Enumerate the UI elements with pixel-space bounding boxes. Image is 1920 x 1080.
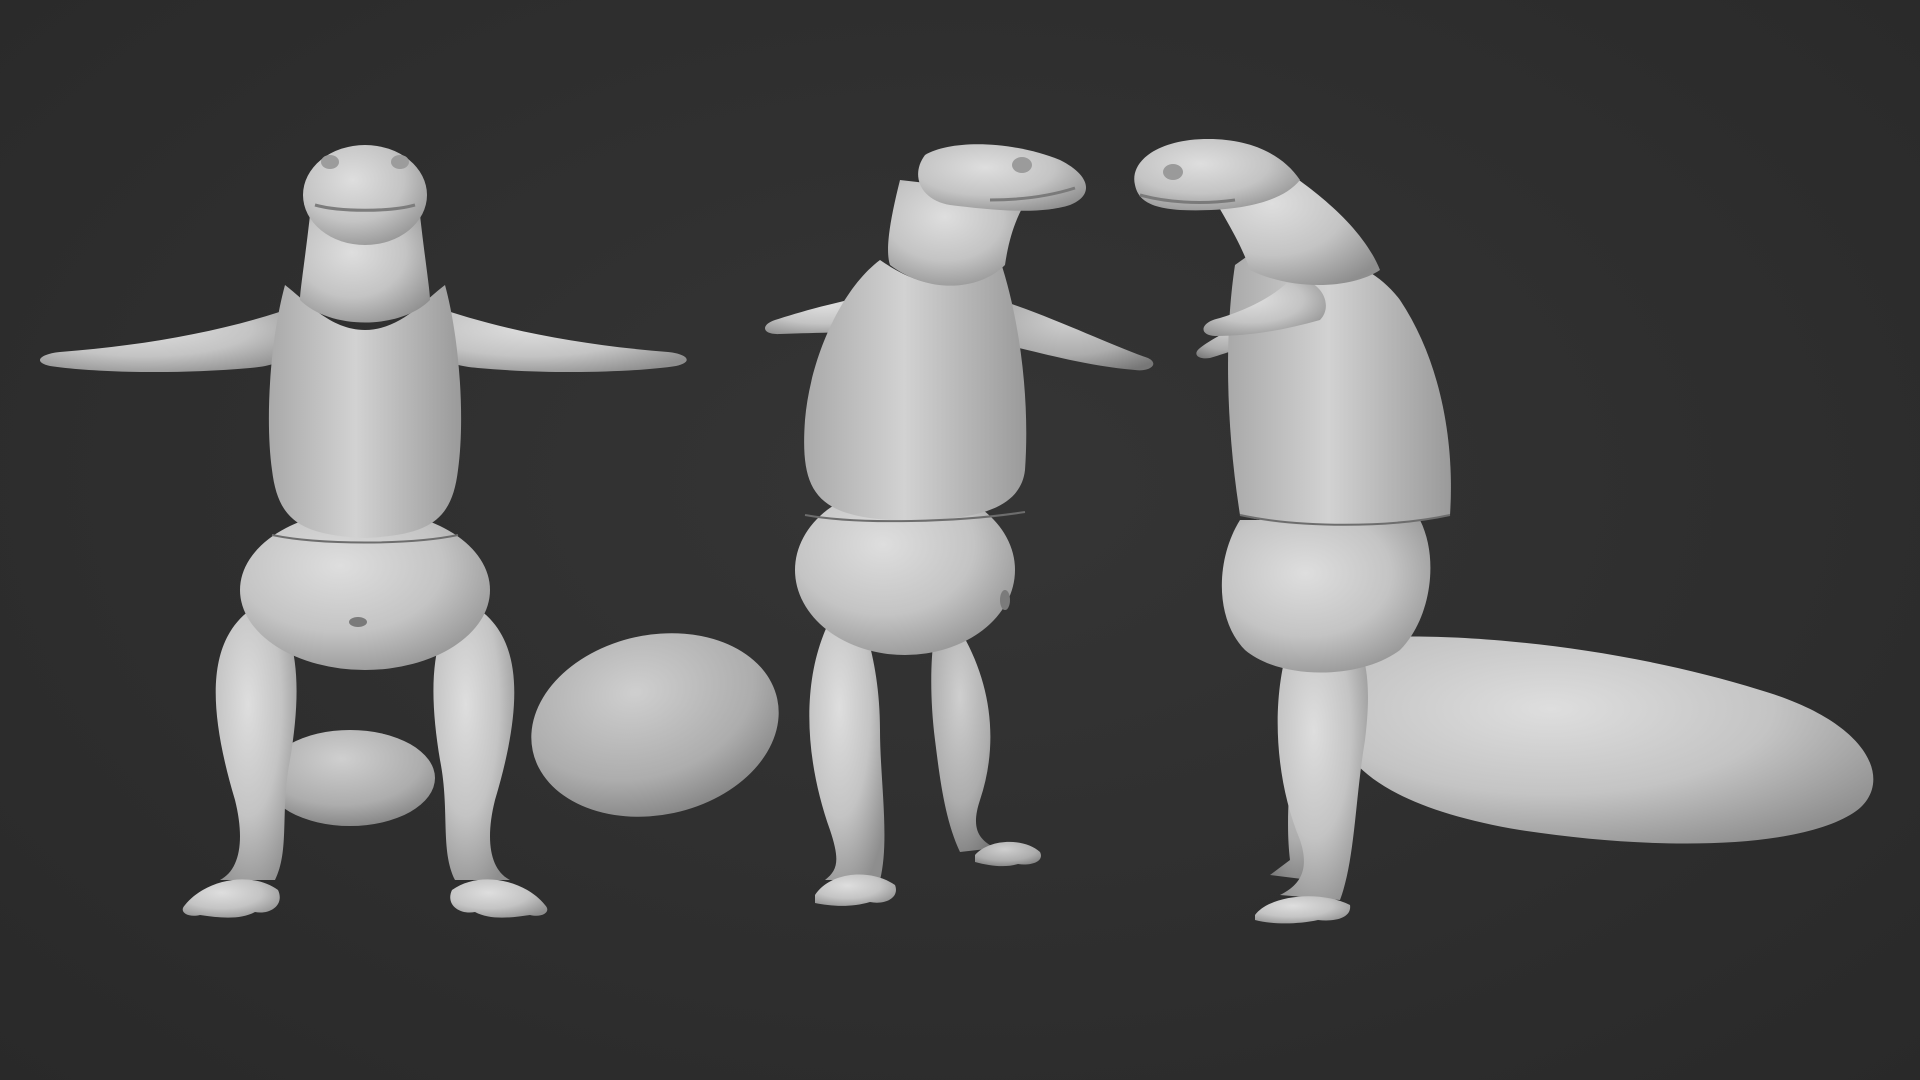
render-viewport <box>0 0 1920 1080</box>
sculpt-render <box>39 139 1874 924</box>
